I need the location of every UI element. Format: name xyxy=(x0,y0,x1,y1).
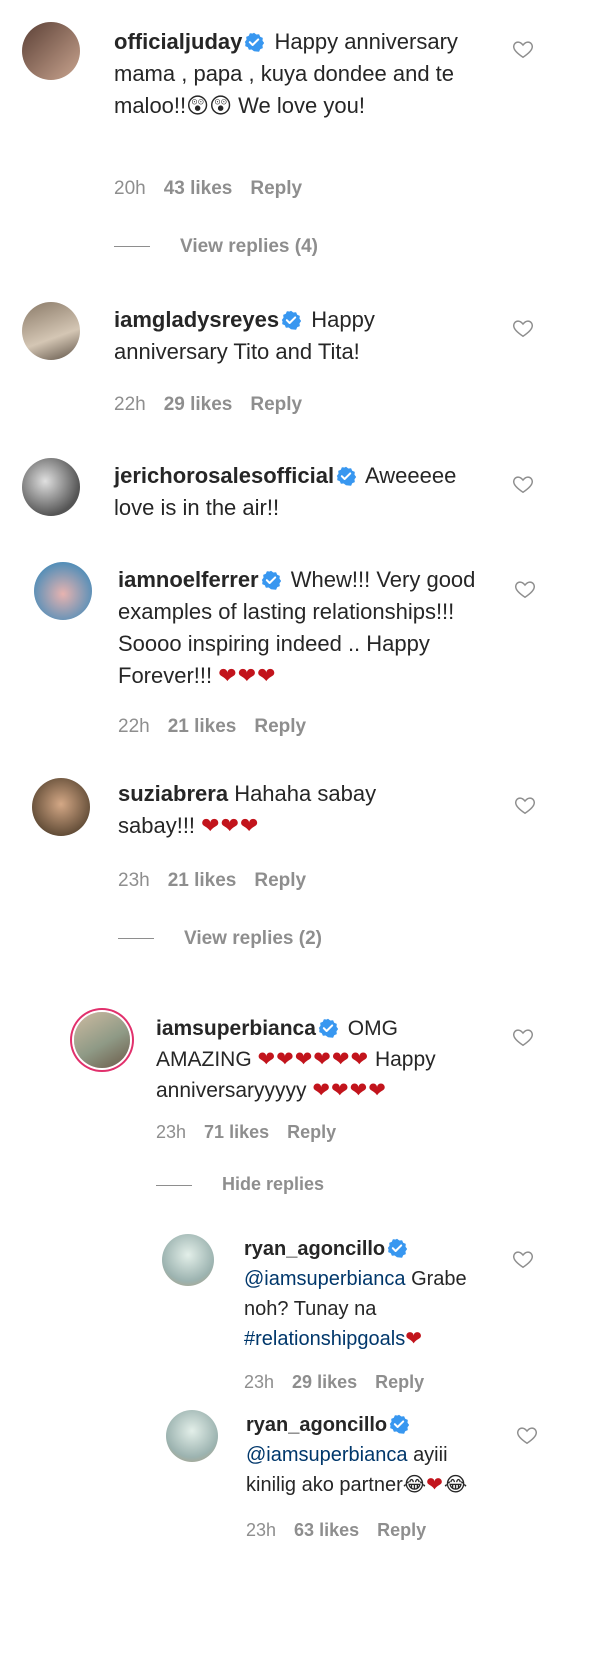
comment-text-2: We love you! xyxy=(238,93,365,118)
hearts-emoji: ❤❤❤ xyxy=(218,663,277,688)
hearts-emoji: ❤ xyxy=(426,1474,444,1496)
username[interactable]: officialjuday xyxy=(114,29,242,54)
reply-button[interactable]: Reply xyxy=(375,1372,424,1392)
heart-outline-icon[interactable] xyxy=(512,317,534,339)
comment-meta: 23h 71 likes Reply xyxy=(156,1122,354,1143)
comment-meta: 22h 21 likes Reply xyxy=(118,716,324,738)
heart-outline-icon[interactable] xyxy=(512,1248,534,1270)
emoji: 😂 xyxy=(402,1474,427,1496)
hearts-emoji-2: ❤❤❤❤ xyxy=(312,1079,387,1102)
username[interactable]: suziabrera xyxy=(118,781,228,806)
divider xyxy=(114,246,150,248)
hearts-emoji: ❤ xyxy=(405,1328,423,1350)
heart-outline-icon[interactable] xyxy=(514,794,536,816)
avatar[interactable] xyxy=(162,1234,214,1286)
heart-outline-icon[interactable] xyxy=(512,473,534,495)
avatar[interactable] xyxy=(34,562,92,620)
timestamp: 20h xyxy=(114,178,146,199)
emoji-2: 😂 xyxy=(443,1474,468,1496)
comment-meta: 23h 21 likes Reply xyxy=(118,870,324,892)
likes-count[interactable]: 21 likes xyxy=(168,716,237,737)
timestamp: 23h xyxy=(118,870,150,891)
verified-badge-icon xyxy=(244,32,264,52)
username[interactable]: iamnoelferrer xyxy=(118,567,259,592)
likes-count[interactable]: 71 likes xyxy=(204,1122,269,1142)
comment-body: jerichorosalesofficial Aweeeee love is i… xyxy=(114,460,494,524)
comment-meta: 23h 29 likes Reply xyxy=(244,1372,442,1393)
avatar[interactable] xyxy=(22,302,80,360)
reply-button[interactable]: Reply xyxy=(250,394,302,415)
likes-count[interactable]: 63 likes xyxy=(294,1520,359,1540)
verified-badge-icon xyxy=(261,570,281,590)
hashtag-link[interactable]: #relationshipgoals xyxy=(244,1328,405,1350)
comment-meta: 23h 63 likes Reply xyxy=(246,1520,444,1541)
hearts-emoji: ❤❤❤❤❤❤ xyxy=(257,1048,370,1071)
likes-count[interactable]: 29 likes xyxy=(292,1372,357,1392)
comment-body: officialjuday Happy anniversary mama , p… xyxy=(114,26,484,122)
reply-button[interactable]: Reply xyxy=(377,1520,426,1540)
comment-body: iamsuperbianca OMG AMAZING ❤❤❤❤❤❤ Happy … xyxy=(156,1013,476,1106)
comment-body: ryan_agoncillo @iamsuperbianca ayiii kin… xyxy=(246,1410,496,1500)
timestamp: 23h xyxy=(246,1520,277,1540)
heart-outline-icon[interactable] xyxy=(516,1424,538,1446)
reply-button[interactable]: Reply xyxy=(254,870,306,891)
heart-outline-icon[interactable] xyxy=(512,1026,534,1048)
comment-body: ryan_agoncillo @iamsuperbianca Grabe noh… xyxy=(244,1234,484,1354)
hide-replies-label: Hide replies xyxy=(222,1174,325,1194)
verified-badge-icon xyxy=(318,1018,338,1038)
heart-outline-icon[interactable] xyxy=(514,578,536,600)
likes-count[interactable]: 21 likes xyxy=(168,870,237,891)
verified-badge-icon xyxy=(281,310,301,330)
avatar[interactable] xyxy=(74,1012,130,1068)
timestamp: 22h xyxy=(118,716,150,737)
likes-count[interactable]: 29 likes xyxy=(164,394,233,415)
view-replies-label: View replies (4) xyxy=(180,236,318,257)
username[interactable]: iamgladysreyes xyxy=(114,307,279,332)
comment-body: iamnoelferrer Whew!!! Very good examples… xyxy=(118,564,488,692)
heart-outline-icon[interactable] xyxy=(512,38,534,60)
username[interactable]: ryan_agoncillo xyxy=(244,1238,385,1260)
mention-link[interactable]: @iamsuperbianca xyxy=(244,1268,406,1290)
username[interactable]: iamsuperbianca xyxy=(156,1017,316,1040)
timestamp: 23h xyxy=(156,1122,187,1142)
avatar[interactable] xyxy=(22,458,80,516)
emoji: 😲😲 xyxy=(186,93,233,118)
hearts-emoji: ❤❤❤ xyxy=(201,813,260,838)
comment-body: suziabrera Hahaha sabay sabay!!! ❤❤❤ xyxy=(118,778,448,842)
divider xyxy=(156,1184,192,1186)
likes-count[interactable]: 43 likes xyxy=(164,178,233,199)
comment-meta: 20h 43 likes Reply xyxy=(114,178,320,200)
avatar[interactable] xyxy=(32,778,90,836)
avatar[interactable] xyxy=(22,22,80,80)
view-replies-button[interactable]: View replies (4) xyxy=(114,236,318,258)
view-replies-label: View replies (2) xyxy=(184,928,322,949)
verified-badge-icon xyxy=(389,1414,409,1434)
view-replies-button[interactable]: View replies (2) xyxy=(118,928,322,950)
timestamp: 23h xyxy=(244,1372,275,1392)
comment-body: iamgladysreyes Happy anniversary Tito an… xyxy=(114,304,414,368)
avatar[interactable] xyxy=(166,1410,218,1462)
reply-button[interactable]: Reply xyxy=(287,1122,336,1142)
hide-replies-button[interactable]: Hide replies xyxy=(156,1174,324,1195)
comment-meta: 22h 29 likes Reply xyxy=(114,394,320,416)
timestamp: 22h xyxy=(114,394,146,415)
mention-link[interactable]: @iamsuperbianca xyxy=(246,1444,408,1466)
divider xyxy=(118,938,154,940)
verified-badge-icon xyxy=(387,1238,407,1258)
username[interactable]: jerichorosalesofficial xyxy=(114,463,334,488)
reply-button[interactable]: Reply xyxy=(250,178,302,199)
username[interactable]: ryan_agoncillo xyxy=(246,1414,387,1436)
verified-badge-icon xyxy=(336,466,356,486)
reply-button[interactable]: Reply xyxy=(254,716,306,737)
